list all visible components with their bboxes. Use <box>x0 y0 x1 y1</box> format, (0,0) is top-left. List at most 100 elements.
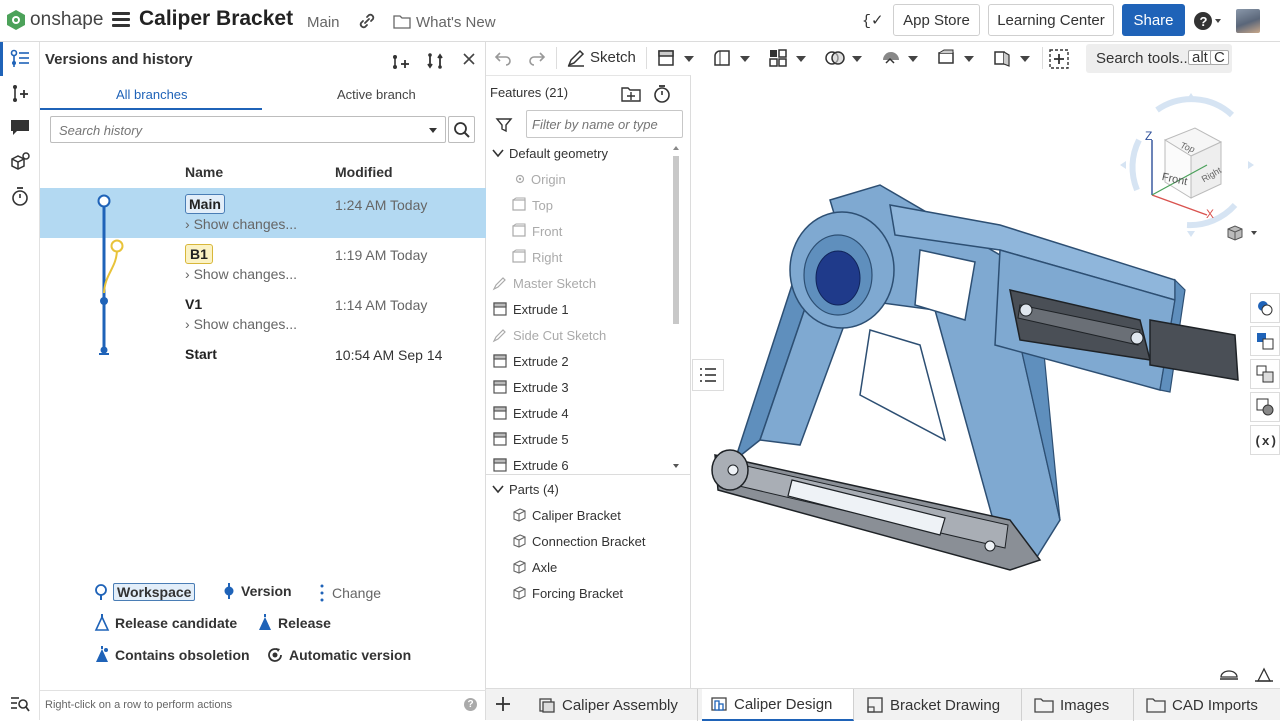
feature-extrude-3[interactable]: Extrude 3 <box>492 374 672 400</box>
extrude-icon <box>493 380 507 394</box>
feature-master-sketch[interactable]: Master Sketch <box>492 270 672 296</box>
create-version-icon[interactable] <box>390 51 412 71</box>
chevron-down-icon[interactable] <box>852 56 862 62</box>
variable-studio-icon[interactable]: {✓} <box>862 10 884 30</box>
show-changes-link[interactable]: › Show changes... <box>185 266 297 282</box>
close-icon[interactable] <box>462 52 476 66</box>
named-views-panel-icon[interactable] <box>1250 359 1280 389</box>
feature-right-plane[interactable]: Right <box>511 244 691 270</box>
search-icon <box>453 121 470 138</box>
add-tab-icon[interactable] <box>494 695 512 713</box>
learning-center-button[interactable]: Learning Center <box>988 4 1114 36</box>
pattern-icon[interactable] <box>768 48 788 68</box>
feature-scrollbar[interactable] <box>672 144 680 472</box>
view-cube[interactable]: Top Front Right X Z <box>1117 90 1257 240</box>
help-icon[interactable]: ? <box>1194 11 1222 31</box>
feature-side-cut-sketch[interactable]: Side Cut Sketch <box>492 322 672 348</box>
tab-all-branches[interactable]: All branches <box>116 87 188 102</box>
search-filter-icon[interactable] <box>8 692 32 716</box>
feature-origin[interactable]: Origin <box>514 166 694 192</box>
feature-group-default-geometry[interactable]: Default geometry <box>492 140 672 166</box>
feature-front-plane[interactable]: Front <box>511 218 691 244</box>
part-forcing-bracket[interactable]: Forcing Bracket <box>511 580 691 606</box>
part-axle[interactable]: Axle <box>511 554 691 580</box>
versions-history-icon[interactable] <box>0 42 32 76</box>
sketch-icon[interactable] <box>566 48 586 68</box>
stopwatch-icon[interactable] <box>652 84 672 104</box>
app-store-button[interactable]: App Store <box>893 4 980 36</box>
chevron-down-icon[interactable] <box>740 56 750 62</box>
transform-icon[interactable] <box>880 48 902 68</box>
chevron-down-icon[interactable] <box>429 128 437 133</box>
workspace-icon <box>95 584 107 600</box>
plane-icon[interactable] <box>936 48 956 68</box>
tab-images[interactable]: Images <box>1026 689 1134 721</box>
part-caliper-bracket[interactable]: Caliper Bracket <box>511 502 691 528</box>
avatar[interactable] <box>1236 9 1260 33</box>
part-icon <box>513 534 526 548</box>
chevron-down-icon[interactable] <box>908 56 918 62</box>
scroll-thumb[interactable] <box>673 156 679 324</box>
tab-active-branch[interactable]: Active branch <box>337 87 416 102</box>
left-icon-rail <box>0 42 40 720</box>
part-connection-bracket[interactable]: Connection Bracket <box>511 528 691 554</box>
compare-icon[interactable] <box>425 51 445 71</box>
render-studio-panel-icon[interactable] <box>1250 392 1280 422</box>
add-custom-feature-icon[interactable] <box>1048 48 1070 70</box>
chevron-down-icon[interactable] <box>796 56 806 62</box>
appearance-panel-icon[interactable] <box>1250 293 1280 323</box>
search-button[interactable] <box>448 116 475 143</box>
graphics-viewport[interactable]: Top Front Right X Z (x) <box>692 75 1280 688</box>
legend-version: Version <box>222 583 292 599</box>
feature-list-toggle-icon[interactable] <box>692 359 724 391</box>
redo-icon[interactable] <box>528 48 546 68</box>
onshape-logo[interactable]: onshape <box>6 9 104 31</box>
extrude-icon <box>493 432 507 446</box>
document-title[interactable]: Caliper Bracket <box>139 7 293 31</box>
part-studio-icon <box>711 697 727 711</box>
part-icon <box>513 586 526 600</box>
sketch-button[interactable]: Sketch <box>590 49 636 66</box>
extrude-icon[interactable] <box>656 48 676 68</box>
legend-change: Change <box>317 583 381 603</box>
feature-extrude-2[interactable]: Extrude 2 <box>492 348 672 374</box>
tab-cad-imports[interactable]: CAD Imports <box>1138 689 1280 721</box>
filter-icon[interactable] <box>495 116 513 134</box>
boolean-icon[interactable] <box>824 48 846 68</box>
configurations-panel-icon[interactable] <box>1250 326 1280 356</box>
tab-bracket-drawing[interactable]: Bracket Drawing <box>858 689 1022 721</box>
parts-group[interactable]: Parts (4) <box>492 476 672 502</box>
view-options-icon[interactable] <box>1225 223 1259 243</box>
feature-top-plane[interactable]: Top <box>511 192 691 218</box>
chevron-down-icon[interactable] <box>684 56 694 62</box>
feature-extrude-4[interactable]: Extrude 4 <box>492 400 672 426</box>
tab-caliper-assembly[interactable]: Caliper Assembly <box>530 689 698 721</box>
measure-icon[interactable] <box>1254 667 1274 683</box>
filter-input[interactable] <box>532 116 677 133</box>
workspace-name[interactable]: Main <box>307 14 340 31</box>
share-button[interactable]: Share <box>1122 4 1185 36</box>
timer-icon[interactable] <box>8 184 32 208</box>
sheet-metal-icon[interactable] <box>992 48 1012 68</box>
feature-extrude-1[interactable]: Extrude 1 <box>492 296 672 322</box>
undo-icon[interactable] <box>494 48 512 68</box>
chevron-down-icon[interactable] <box>1020 56 1030 62</box>
search-input[interactable] <box>59 121 409 139</box>
variables-panel-icon[interactable]: (x) <box>1250 425 1280 455</box>
rollback-folder-icon[interactable] <box>620 85 642 103</box>
help-icon[interactable]: ? <box>464 698 477 711</box>
display-mode-icon[interactable] <box>1219 667 1239 683</box>
search-tools-button[interactable]: Search tools... alt C <box>1086 44 1232 73</box>
branch-icon[interactable] <box>8 82 32 106</box>
chevron-down-icon[interactable] <box>964 56 974 62</box>
feature-extrude-5[interactable]: Extrude 5 <box>492 426 672 452</box>
show-changes-link[interactable]: › Show changes... <box>185 216 297 232</box>
parts-icon[interactable] <box>8 150 32 174</box>
link-icon[interactable] <box>358 12 376 30</box>
fillet-icon[interactable] <box>712 48 732 68</box>
comments-icon[interactable] <box>8 115 32 139</box>
menu-icon[interactable] <box>112 12 130 30</box>
tab-caliper-design[interactable]: Caliper Design <box>702 689 854 721</box>
whats-new-link[interactable]: What's New <box>416 14 496 31</box>
show-changes-link[interactable]: › Show changes... <box>185 316 297 332</box>
